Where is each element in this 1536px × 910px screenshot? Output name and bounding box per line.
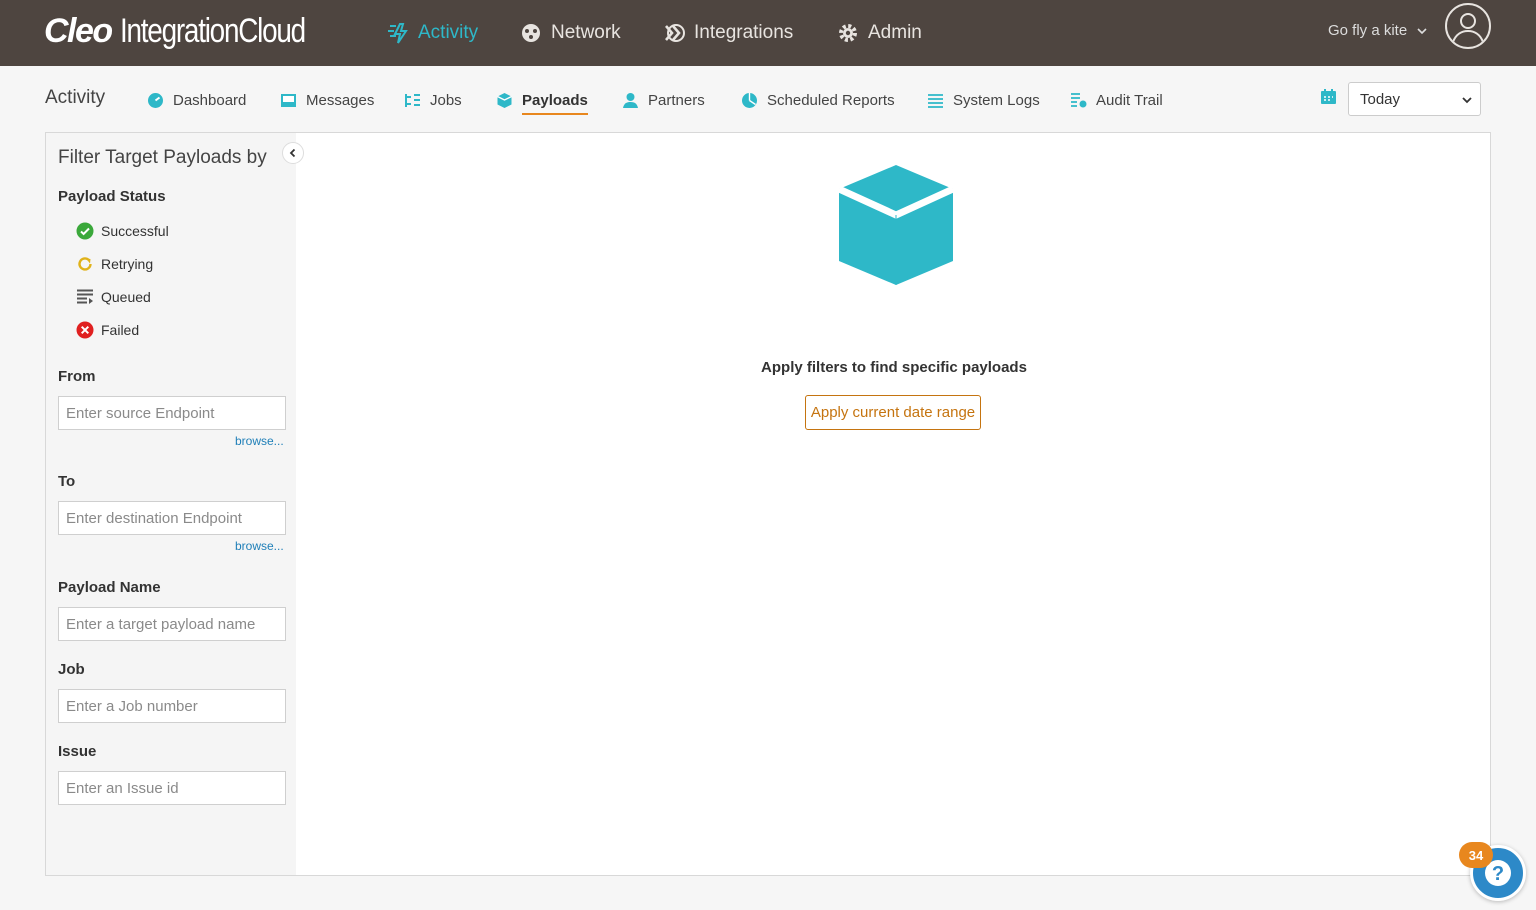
date-range-select[interactable]: Today	[1348, 82, 1481, 116]
pie-chart-icon	[742, 92, 757, 108]
network-icon	[522, 24, 540, 42]
audit-icon	[1071, 92, 1087, 107]
retry-icon	[78, 257, 92, 271]
subnav-payloads[interactable]: Payloads	[496, 86, 588, 115]
collapse-sidebar-button[interactable]	[282, 142, 304, 164]
chevron-down-icon	[1417, 27, 1427, 34]
subnav-jobs[interactable]: Jobs	[404, 86, 462, 114]
filter-sidebar: Filter Target Payloads by Payload Status…	[46, 133, 304, 875]
user-icon	[1452, 13, 1484, 43]
topnav-activity[interactable]: Activity	[387, 0, 478, 66]
svg-text:?: ?	[1492, 863, 1504, 885]
topnav-network[interactable]: Network	[520, 0, 621, 66]
status-successful[interactable]: Successful	[76, 221, 169, 241]
topnav-integrations[interactable]: Integrations	[663, 0, 793, 66]
from-label: From	[58, 368, 96, 385]
activity-icon	[388, 23, 408, 44]
status-retrying[interactable]: Retrying	[76, 254, 153, 274]
gear-icon	[839, 24, 857, 42]
empty-state-message: Apply filters to find specific payloads	[761, 359, 1027, 376]
status-queued[interactable]: Queued	[76, 287, 151, 307]
subnav-partners[interactable]: Partners	[622, 86, 705, 114]
avatar[interactable]	[1445, 3, 1491, 49]
payload-status-label: Payload Status	[58, 188, 166, 205]
job-number-input[interactable]	[58, 689, 286, 723]
payloads-icon	[497, 92, 512, 108]
subnav-audit-trail[interactable]: Audit Trail	[1070, 86, 1163, 114]
x-circle-icon	[76, 321, 94, 339]
payload-name-input[interactable]	[58, 607, 286, 641]
browse-destination-link[interactable]: browse...	[235, 539, 284, 553]
list-icon	[928, 93, 943, 108]
app-logo[interactable]: Cleo IntegrationCloud	[44, 12, 345, 51]
issue-label: Issue	[58, 743, 97, 760]
topnav-admin[interactable]: Admin	[837, 0, 922, 66]
partners-icon	[623, 92, 638, 108]
source-endpoint-input[interactable]	[58, 396, 286, 430]
messages-icon	[281, 93, 296, 107]
section-title: Activity	[45, 87, 106, 108]
payloads-panel: Filter Target Payloads by Payload Status…	[45, 132, 1491, 876]
calendar-icon[interactable]	[1320, 88, 1337, 105]
subnav-scheduled-reports[interactable]: Scheduled Reports	[741, 86, 895, 114]
payload-name-label: Payload Name	[58, 579, 161, 596]
to-label: To	[58, 473, 76, 490]
subnav-system-logs[interactable]: System Logs	[927, 86, 1040, 114]
job-label: Job	[58, 661, 85, 678]
apply-date-range-button[interactable]: Apply current date range	[805, 395, 981, 430]
filter-title: Filter Target Payloads by	[58, 147, 267, 168]
subnav-dashboard[interactable]: Dashboard	[147, 86, 246, 114]
jobs-icon	[405, 93, 420, 107]
issue-id-input[interactable]	[58, 771, 286, 805]
dashboard-icon	[148, 92, 163, 108]
queue-icon	[77, 289, 93, 304]
status-failed[interactable]: Failed	[76, 320, 139, 340]
check-circle-icon	[76, 222, 94, 240]
browse-source-link[interactable]: browse...	[235, 434, 284, 448]
chevron-down-icon	[1462, 97, 1472, 104]
destination-endpoint-input[interactable]	[58, 501, 286, 535]
help-badge: 34	[1459, 842, 1493, 868]
top-bar: Cleo IntegrationCloud Activity Network I…	[0, 0, 1536, 66]
payload-cube-icon	[838, 165, 954, 285]
subnav-messages[interactable]: Messages	[280, 86, 374, 114]
user-menu[interactable]: Go fly a kite	[1328, 22, 1427, 39]
chevron-left-icon	[289, 148, 296, 158]
integrations-icon	[665, 24, 685, 42]
